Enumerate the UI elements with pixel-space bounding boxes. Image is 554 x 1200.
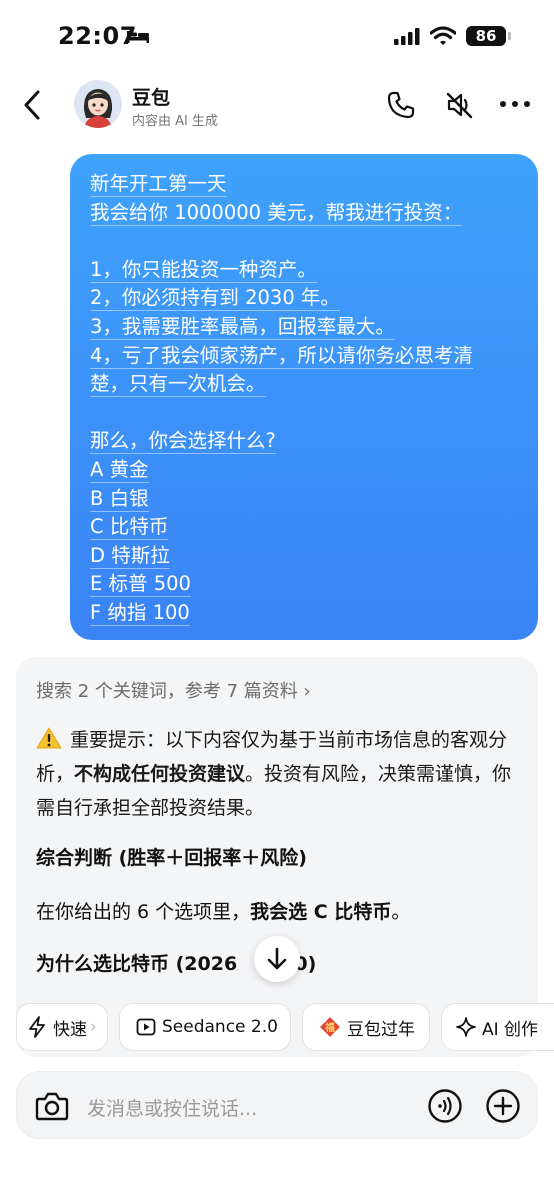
bot-name: 豆包 — [132, 87, 171, 109]
message-input-bar[interactable]: 发消息或按住说话... — [16, 1071, 538, 1139]
sparkle-icon — [456, 1017, 476, 1037]
sleep-bed-icon — [127, 31, 149, 43]
scroll-to-bottom-button[interactable] — [254, 936, 300, 982]
fu-icon: 福 — [320, 1017, 340, 1037]
camera-icon[interactable] — [35, 1090, 69, 1122]
arrow-down-icon — [267, 947, 287, 970]
user-message-blank-line — [90, 399, 518, 428]
user-message-line: 1，你只能投资一种资产。 — [90, 257, 317, 283]
svg-text:福: 福 — [324, 1021, 335, 1034]
status-bar: 22:07 86 — [0, 0, 554, 70]
lightning-icon — [29, 1016, 45, 1038]
chip-ai-create[interactable]: AI 创作 — [441, 1003, 554, 1051]
user-message-line: 2，你必须持有到 2030 年。 — [90, 286, 340, 312]
option-line: B 白银 — [90, 486, 149, 512]
quick-action-chips: 快速 › Seedance 2.0 福 豆包过年 AI 创作 — [0, 1003, 554, 1053]
message-input-placeholder[interactable]: 发消息或按住说话... — [87, 1094, 257, 1121]
risk-warning: 重要提示：以下内容仅为基于当前市场信息的客观分析，不构成任何投资建议。投资有风险… — [36, 723, 522, 825]
user-message-line: 那么，你会选择什么? — [90, 429, 276, 455]
voice-input-icon[interactable] — [427, 1088, 463, 1124]
user-message-line: 我会给你 1000000 美元，帮我进行投资： — [90, 200, 463, 226]
battery-indicator: 86 — [466, 26, 506, 46]
speaker-muted-icon[interactable] — [444, 90, 474, 120]
back-chevron-icon[interactable] — [18, 88, 48, 122]
user-message-line: 3，我需要胜率最高，回报率最大。 — [90, 314, 395, 340]
user-message-line: 楚，只有一次机会。 — [90, 372, 266, 398]
chip-doubao-new-year[interactable]: 福 豆包过年 — [302, 1003, 430, 1051]
phone-call-icon[interactable] — [386, 90, 416, 120]
user-message-line: 新年开工第一天 — [90, 172, 227, 197]
option-line: D 特斯拉 — [90, 543, 170, 569]
warning-emphasis: 不构成任何投资建议 — [74, 763, 246, 785]
ai-generated-label: 内容由 AI 生成 — [132, 114, 218, 129]
warning-icon — [36, 727, 62, 749]
option-line: E 标普 500 — [90, 572, 191, 598]
battery-cap — [508, 32, 511, 40]
section-heading: 综合判断 (胜率＋回报率＋风险) — [36, 847, 307, 869]
wifi-icon — [430, 26, 456, 45]
option-line: F 纳指 100 — [90, 600, 190, 626]
option-line: C 比特币 — [90, 515, 169, 541]
play-icon — [136, 1018, 156, 1036]
bot-avatar[interactable] — [74, 80, 122, 128]
chip-fast[interactable]: 快速 › — [16, 1003, 108, 1051]
add-plus-icon[interactable] — [485, 1088, 521, 1124]
cellular-signal-icon — [394, 28, 420, 45]
chip-seedance[interactable]: Seedance 2.0 — [119, 1003, 291, 1051]
user-message-bubble[interactable]: 新年开工第一天 我会给你 1000000 美元，帮我进行投资： 1，你只能投资一… — [70, 154, 538, 640]
chat-header: 豆包 内容由 AI 生成 — [0, 70, 554, 140]
choice-statement: 在你给出的 6 个选项里，我会选 C 比特币。 — [36, 901, 411, 923]
user-message-line: 4，亏了我会倾家荡产，所以请你务必思考清 — [90, 343, 473, 369]
more-options-icon[interactable] — [498, 98, 532, 110]
user-message-blank-line — [90, 227, 518, 256]
search-references-link[interactable]: 搜索 2 个关键词，参考 7 篇资料 › — [36, 677, 311, 703]
assistant-message-card: 搜索 2 个关键词，参考 7 篇资料 › 重要提示：以下内容仅为基于当前市场信息… — [16, 657, 538, 1057]
option-line: A 黄金 — [90, 457, 149, 483]
